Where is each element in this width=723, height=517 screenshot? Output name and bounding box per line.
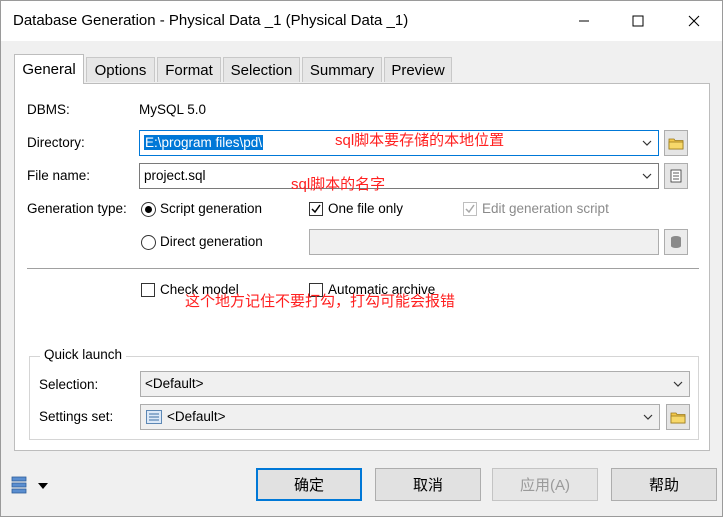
database-icon bbox=[671, 236, 681, 248]
edit-generation-script-checkbox bbox=[463, 202, 477, 216]
database-generation-dialog: Database Generation - Physical Data _1 (… bbox=[0, 0, 723, 517]
window-title: Database Generation - Physical Data _1 (… bbox=[13, 12, 409, 29]
directory-label: Directory: bbox=[27, 135, 85, 150]
tab-format[interactable]: Format bbox=[157, 57, 221, 82]
cancel-button[interactable]: 取消 bbox=[375, 468, 481, 501]
checkmark-icon bbox=[465, 204, 475, 214]
directory-annotation: sql脚本要存储的本地位置 bbox=[335, 132, 505, 149]
close-button[interactable] bbox=[671, 1, 717, 41]
quick-launch-group: Quick launch Selection: <Default> Settin… bbox=[29, 347, 699, 440]
browse-directory-button[interactable] bbox=[664, 130, 688, 156]
chevron-down-icon bbox=[642, 140, 652, 146]
settings-set-icon bbox=[146, 410, 162, 424]
script-generation-radio[interactable] bbox=[141, 202, 156, 217]
checkmark-icon bbox=[311, 204, 321, 214]
minimize-icon bbox=[579, 20, 589, 22]
close-icon bbox=[688, 15, 700, 27]
script-generation-label[interactable]: Script generation bbox=[160, 201, 262, 216]
filename-properties-button[interactable] bbox=[664, 163, 688, 189]
general-panel: DBMS: MySQL 5.0 Directory: E:\program fi… bbox=[14, 83, 710, 451]
minimize-button[interactable] bbox=[561, 1, 607, 41]
quick-launch-title: Quick launch bbox=[40, 347, 127, 362]
apply-button: 应用(A) bbox=[492, 468, 598, 501]
section-divider bbox=[27, 268, 699, 270]
dbms-label: DBMS: bbox=[27, 102, 70, 117]
selection-combo[interactable]: <Default> bbox=[140, 371, 690, 397]
selection-value: <Default> bbox=[145, 376, 204, 391]
folder-icon bbox=[668, 138, 684, 150]
filename-annotation: sql脚本的名字 bbox=[291, 176, 386, 193]
database-settings-icon bbox=[11, 476, 27, 494]
tab-selection[interactable]: Selection bbox=[223, 57, 300, 82]
data-source-field bbox=[309, 229, 659, 255]
tab-preview[interactable]: Preview bbox=[384, 57, 452, 82]
settings-set-label: Settings set: bbox=[39, 409, 114, 424]
document-icon bbox=[670, 169, 682, 183]
chevron-down-icon bbox=[642, 173, 652, 179]
filename-combo[interactable]: project.sql bbox=[139, 163, 659, 189]
selection-label: Selection: bbox=[39, 377, 99, 392]
filename-value: project.sql bbox=[144, 168, 206, 183]
caret-down-icon bbox=[38, 483, 48, 489]
generation-type-label: Generation type: bbox=[27, 201, 127, 216]
chevron-down-icon bbox=[673, 381, 683, 387]
settings-set-combo[interactable]: <Default> bbox=[140, 404, 660, 430]
ok-button[interactable]: 确定 bbox=[256, 468, 362, 501]
direct-generation-label[interactable]: Direct generation bbox=[160, 234, 263, 249]
directory-value: E:\program files\pd\ bbox=[144, 135, 264, 150]
edit-generation-script-label: Edit generation script bbox=[482, 201, 609, 216]
folder-icon bbox=[670, 412, 686, 424]
title-bar: Database Generation - Physical Data _1 (… bbox=[1, 1, 722, 41]
tab-summary[interactable]: Summary bbox=[302, 57, 382, 82]
maximize-button[interactable] bbox=[615, 1, 661, 41]
check-model-annotation: 这个地方记住不要打勾，打勾可能会报错 bbox=[185, 293, 456, 310]
check-model-checkbox[interactable] bbox=[141, 283, 155, 297]
data-source-button bbox=[664, 229, 688, 255]
tab-general[interactable]: General bbox=[14, 54, 84, 84]
help-button[interactable]: 帮助 bbox=[611, 468, 717, 501]
maximize-icon bbox=[632, 15, 644, 27]
one-file-only-checkbox[interactable] bbox=[309, 202, 323, 216]
settings-set-browse-button[interactable] bbox=[666, 404, 690, 430]
chevron-down-icon bbox=[643, 414, 653, 420]
filename-label: File name: bbox=[27, 168, 91, 183]
generation-options-menu[interactable] bbox=[11, 475, 51, 495]
dbms-value: MySQL 5.0 bbox=[139, 102, 207, 117]
one-file-only-label[interactable]: One file only bbox=[328, 201, 403, 216]
direct-generation-radio[interactable] bbox=[141, 235, 156, 250]
tab-options[interactable]: Options bbox=[86, 57, 155, 82]
settings-set-value: <Default> bbox=[167, 409, 226, 424]
